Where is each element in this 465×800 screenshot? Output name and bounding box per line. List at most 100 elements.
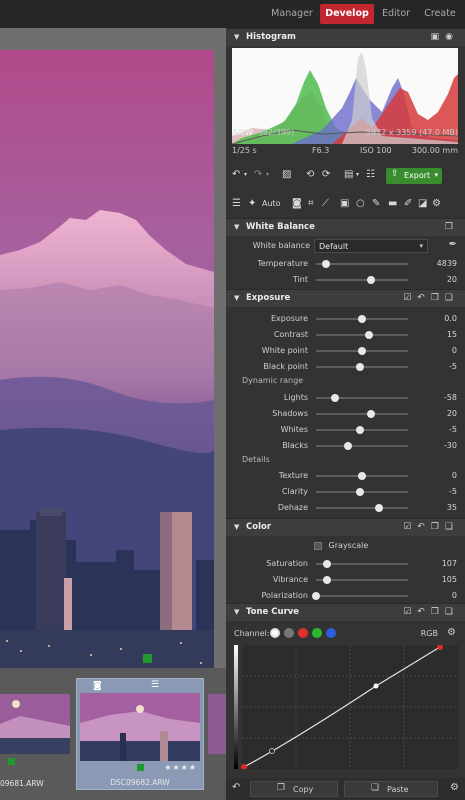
copy-settings-icon[interactable]: ❐ <box>431 607 443 617</box>
export-button[interactable]: ⇪ Export ▾ <box>386 168 442 184</box>
slider-handle[interactable] <box>358 315 366 323</box>
slider-value[interactable]: 15 <box>447 330 457 339</box>
chevron-down-icon[interactable]: ▾ <box>356 171 359 178</box>
paste-settings-icon[interactable]: ❏ <box>445 607 457 617</box>
text-icon[interactable]: ▣ <box>340 198 349 209</box>
histogram-toggle-icon[interactable]: ◉ <box>445 32 457 42</box>
tab-manager[interactable]: Manager <box>268 4 316 24</box>
eraser-icon[interactable]: ◪ <box>418 198 427 209</box>
exposure-header[interactable]: ▼ Exposure ☑ ↶ ❐ ❏ <box>226 289 465 307</box>
settings-sliders-icon[interactable]: ☷ <box>366 169 375 180</box>
eyedropper-icon[interactable]: ✒ <box>449 239 457 250</box>
straighten-icon[interactable]: ⟋ <box>322 198 329 209</box>
paste-settings-gear-icon[interactable]: ⚙ <box>450 782 459 793</box>
histogram-mode-icon[interactable]: ▣ <box>431 32 444 42</box>
collapse-arrow-icon[interactable]: ▼ <box>234 523 239 531</box>
slider-value[interactable]: -58 <box>444 393 457 402</box>
undo-icon[interactable]: ↶ <box>232 169 240 180</box>
slider-handle[interactable] <box>374 504 383 512</box>
filmstrip-item-selected[interactable]: ◙ ☰ ★★★★ DSC09682.ARW <box>76 678 204 790</box>
slider-value[interactable]: 0 <box>452 346 457 355</box>
presets-icon[interactable]: ▤ <box>344 169 353 180</box>
slider-handle[interactable] <box>356 363 365 371</box>
redo-icon[interactable]: ↷ <box>254 169 262 180</box>
filmstrip[interactable]: 09681.ARW ◙ ☰ ★★★★ DSC09682.ARW <box>0 668 226 800</box>
slider-value[interactable]: 4839 <box>437 259 457 268</box>
tone-curve-header[interactable]: ▼ Tone Curve ☑ ↶ ❐ ❏ <box>226 603 465 621</box>
slider-track[interactable] <box>316 595 408 597</box>
channel-luminance-button[interactable] <box>284 628 294 638</box>
adjustments-icon[interactable]: ☰ <box>232 198 241 209</box>
collapse-arrow-icon[interactable]: ▼ <box>234 294 239 302</box>
chevron-down-icon[interactable]: ▾ <box>266 171 269 178</box>
slider-value[interactable]: 0 <box>452 591 457 600</box>
chevron-down-icon[interactable]: ▾ <box>244 171 247 178</box>
grayscale-toggle[interactable]: Grayscale <box>314 541 368 555</box>
slider-value[interactable]: 0.0 <box>444 314 457 323</box>
slider-value[interactable]: -5 <box>449 487 457 496</box>
thumbnail-image[interactable] <box>0 694 70 754</box>
slider-handle[interactable] <box>365 331 374 339</box>
slider-handle[interactable] <box>358 472 366 480</box>
filmstrip-item[interactable]: 09681.ARW <box>0 678 72 790</box>
brush-icon[interactable]: ✎ <box>372 198 380 209</box>
checkbox-icon[interactable]: ☑ <box>403 293 415 303</box>
slider-value[interactable]: 20 <box>447 275 457 284</box>
slider-track[interactable] <box>316 413 408 415</box>
crop-icon[interactable]: ⌗ <box>308 198 314 209</box>
slider-track[interactable] <box>316 334 408 336</box>
slider-value[interactable]: 105 <box>442 575 457 584</box>
rotate-right-icon[interactable]: ⟳ <box>322 169 330 180</box>
slider-handle[interactable] <box>367 410 376 418</box>
tab-editor[interactable]: Editor <box>378 4 414 24</box>
tone-curve-graph[interactable] <box>234 644 458 770</box>
reset-icon[interactable]: ↶ <box>417 522 429 532</box>
histogram-header[interactable]: ▼ Histogram ▣ ◉ <box>226 28 465 46</box>
thumbnail-image[interactable] <box>80 693 200 761</box>
paste-button[interactable]: ❏ Paste <box>344 781 438 797</box>
slider-value[interactable]: 0 <box>452 471 457 480</box>
slider-track[interactable] <box>316 397 408 399</box>
slider-track[interactable] <box>316 279 408 281</box>
gear-icon[interactable]: ⚙ <box>432 198 441 209</box>
channel-green-button[interactable] <box>312 628 322 638</box>
slider-handle[interactable] <box>331 394 340 402</box>
slider-handle[interactable] <box>312 592 320 600</box>
copy-settings-icon[interactable]: ❐ <box>431 522 443 532</box>
channel-red-button[interactable] <box>298 628 308 638</box>
slider-handle[interactable] <box>323 576 332 584</box>
channel-rgb-button[interactable] <box>270 628 280 638</box>
auto-button[interactable]: Auto <box>262 199 281 208</box>
collapse-arrow-icon[interactable]: ▼ <box>234 608 239 616</box>
slider-value[interactable]: -5 <box>449 362 457 371</box>
paste-settings-icon[interactable]: ❏ <box>445 522 457 532</box>
pen-icon[interactable]: ✐ <box>404 198 412 209</box>
filmstrip-item[interactable] <box>208 678 226 790</box>
compare-icon[interactable]: ▨ <box>282 169 291 180</box>
slider-handle[interactable] <box>344 442 353 450</box>
thumbnail-image[interactable] <box>208 694 226 754</box>
reset-icon[interactable]: ↶ <box>417 607 429 617</box>
tab-create[interactable]: Create <box>420 4 460 24</box>
grayscale-checkbox[interactable] <box>314 541 322 550</box>
tab-develop[interactable]: Develop <box>320 4 374 24</box>
camera-icon[interactable]: ◙ <box>292 198 302 209</box>
checkbox-icon[interactable]: ☑ <box>403 607 415 617</box>
reset-icon[interactable]: ↶ <box>417 293 429 303</box>
slider-handle[interactable] <box>367 276 376 284</box>
main-photo[interactable] <box>0 50 214 678</box>
photo-viewer[interactable]: 09681.ARW ◙ ☰ ★★★★ DSC09682.ARW <box>0 28 226 800</box>
collapse-arrow-icon[interactable]: ▼ <box>234 33 239 41</box>
checkbox-icon[interactable]: ☑ <box>403 522 415 532</box>
slider-handle[interactable] <box>356 488 365 496</box>
channel-blue-button[interactable] <box>326 628 336 638</box>
rotate-left-icon[interactable]: ⟲ <box>306 169 314 180</box>
gradient-icon[interactable]: ▬ <box>388 198 397 209</box>
slider-handle[interactable] <box>322 260 331 268</box>
slider-handle[interactable] <box>323 560 332 568</box>
slider-value[interactable]: -5 <box>449 425 457 434</box>
white-balance-select[interactable]: Default ▾ <box>314 239 428 253</box>
star-rating[interactable]: ★★★★ <box>164 763 197 772</box>
slider-value[interactable]: -30 <box>444 441 457 450</box>
copy-settings-icon[interactable]: ❐ <box>445 222 457 232</box>
